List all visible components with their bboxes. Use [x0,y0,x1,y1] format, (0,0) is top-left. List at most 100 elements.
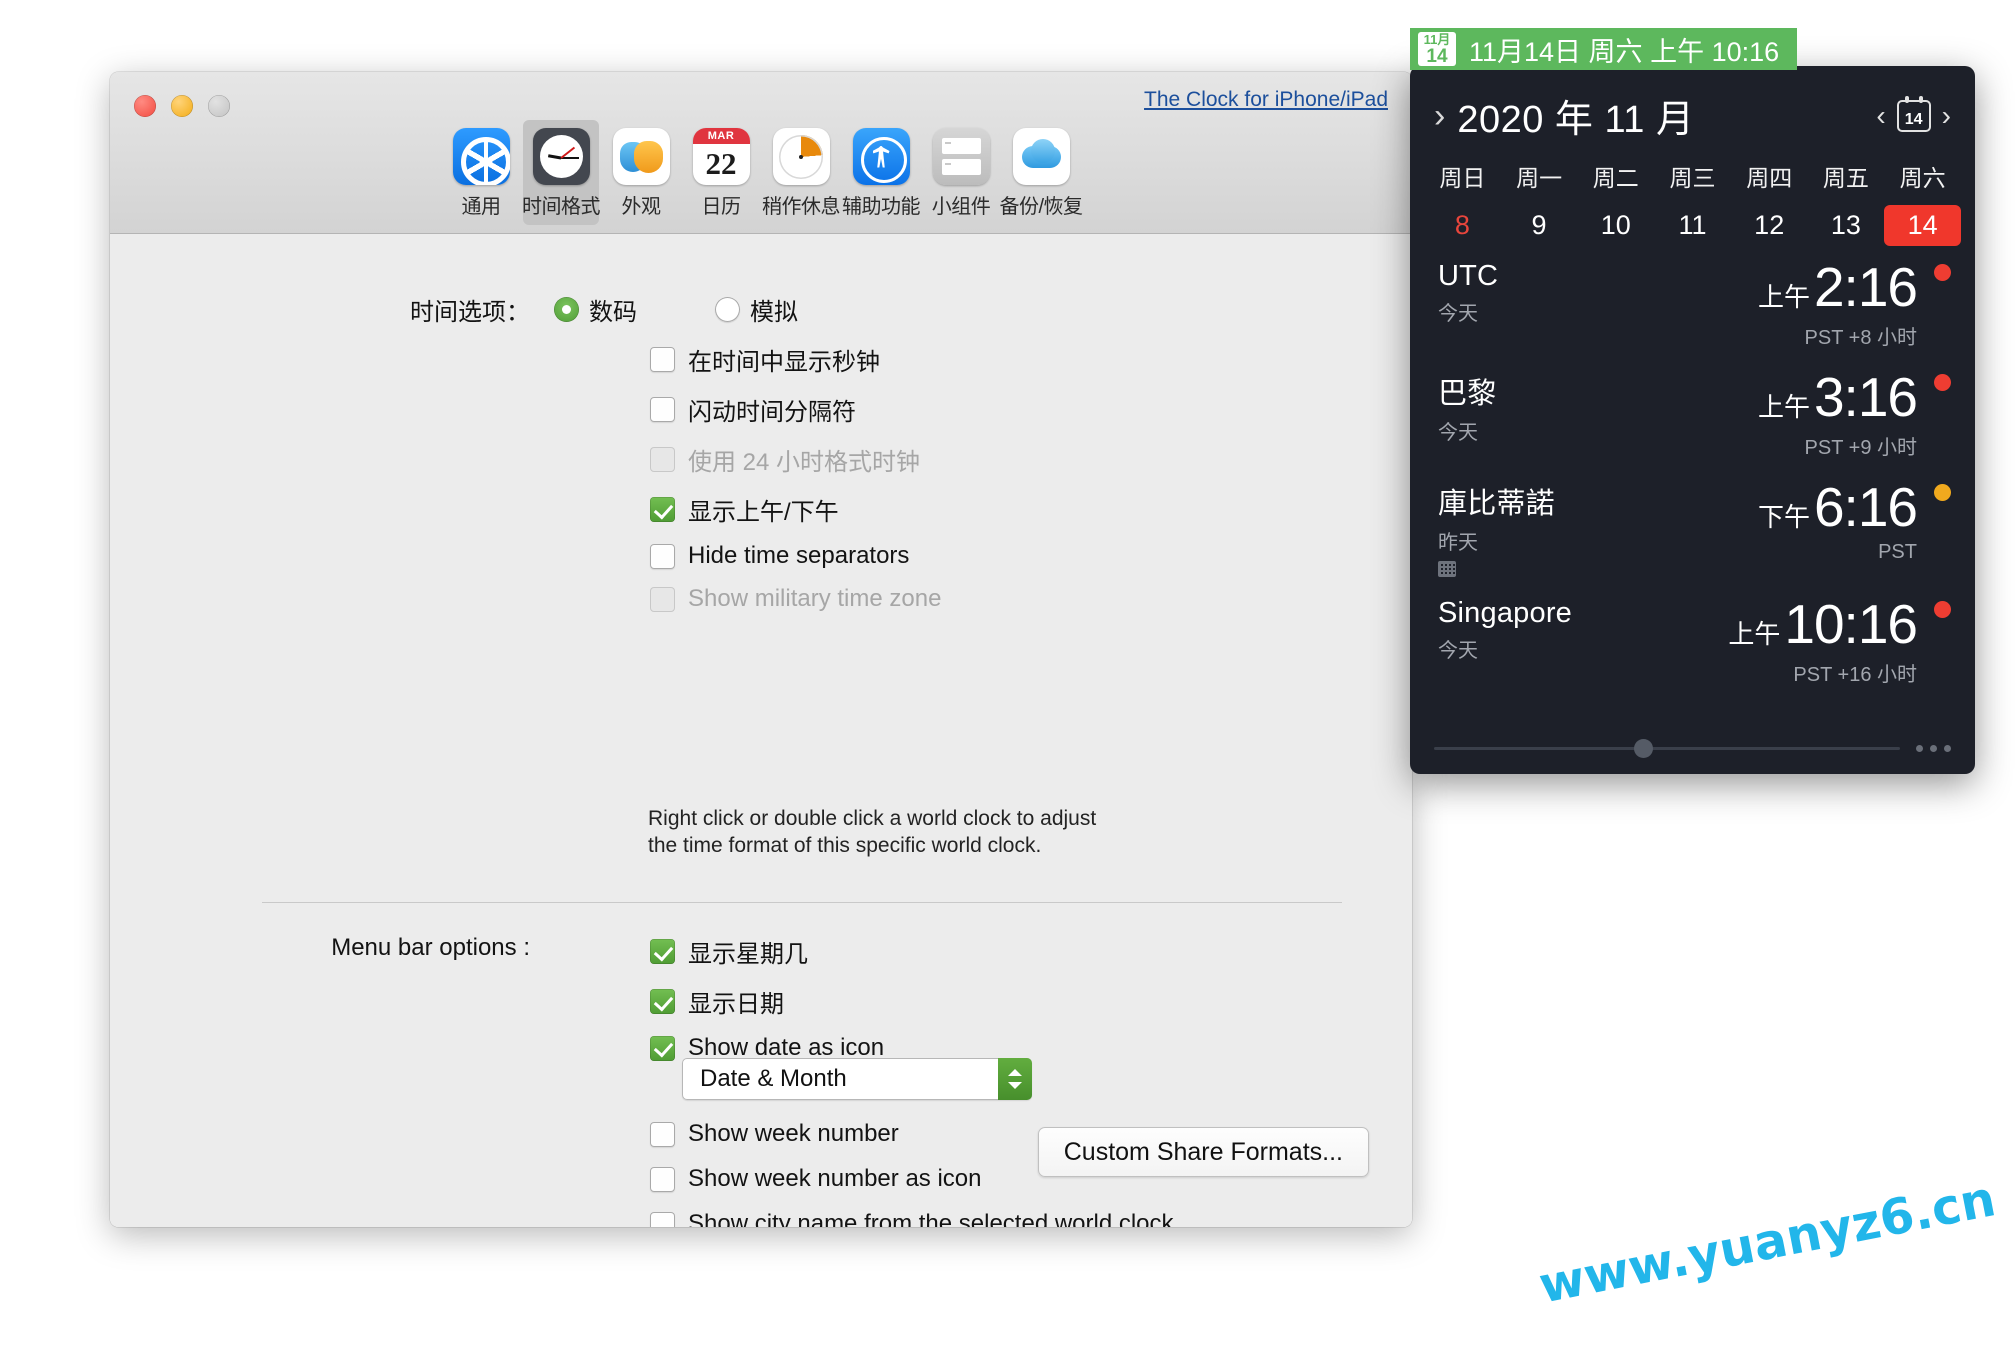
today-calendar-icon[interactable]: 14 [1896,95,1931,132]
chevron-up-icon [1008,1069,1022,1076]
world-clock-time: 10:16 [1784,593,1918,655]
chevron-right-icon[interactable]: › [1434,99,1445,133]
preferences-toolbar: 通用 时间格式 外观 MAR 22 日历 稍作休息 辅助功能 小组件 备份/恢复 [110,120,1412,225]
toolbar-item-take-a-break[interactable]: 稍作休息 [762,120,841,225]
calendar-day[interactable]: 11 [1654,205,1731,246]
checkbox-show-seconds[interactable]: 在时间中显示秒钟 [650,342,941,377]
checkbox-24-hour-clock: 使用 24 小时格式时钟 [650,442,941,477]
chevron-down-icon [1008,1082,1022,1089]
world-clock-row[interactable]: UTC 今天 上午 2:16 PST +8 小时 [1410,246,1975,356]
prev-week-icon[interactable]: ‹ [1876,101,1885,130]
scroll-knob[interactable] [1634,739,1654,758]
calendar-day[interactable]: 10 [1577,205,1654,246]
world-clock-ampm: 上午 [1757,392,1810,422]
night-indicator-dot [1934,264,1951,281]
date-format-select[interactable]: Date & Month [682,1058,1032,1100]
today-calendar-day: 14 [1904,110,1923,128]
checkbox-box [650,497,675,522]
world-clock-time-block: 下午 6:16 PST [1758,480,1951,564]
accessibility-icon [852,128,910,185]
checkbox-label: 显示日期 [688,991,784,1018]
world-clock-row[interactable]: 庫比蒂諾 昨天 下午 6:16 PST [1410,466,1975,583]
traffic-light-group [134,95,230,117]
world-clock-row[interactable]: 巴黎 今天 上午 3:16 PST +9 小时 [1410,356,1975,466]
radio-label: 数码 [589,299,637,326]
preferences-window: The Clock for iPhone/iPad 通用 时间格式 外观 MAR [110,72,1412,1227]
calendar-day-today[interactable]: 14 [1884,205,1961,246]
weekday-label: 周日 [1439,165,1486,191]
menu-bar-icon-month: 11月 [1423,31,1451,47]
break-timer-icon [772,128,830,185]
world-clock-day: 今天 [1438,303,1478,325]
custom-share-formats-button[interactable]: Custom Share Formats... [1037,1127,1369,1177]
calendar-day[interactable]: 9 [1501,205,1578,246]
checkbox-box [650,347,675,372]
checkbox-hide-time-separators[interactable]: Hide time separators [650,542,941,570]
menu-bar-clock-text: 11月14日 周六 上午 10:16 [1469,36,1780,67]
world-clock-ampm: 上午 [1757,282,1810,312]
toolbar-item-backup-restore[interactable]: 备份/恢复 [999,120,1083,225]
world-clock-time: 3:16 [1813,366,1918,428]
menu-bar-date-icon: 11月 14 [1418,32,1456,66]
app-store-link[interactable]: The Clock for iPhone/iPad [1144,88,1388,112]
menu-bar-icon-day: 14 [1426,45,1448,67]
radio-digital[interactable]: 数码 [554,292,637,327]
world-clock-timezone: PST +9 小时 [1804,437,1917,459]
night-indicator-dot [1934,601,1951,618]
checkbox-box [650,447,675,472]
watermark: www.yuanyz6.cn [1534,1170,2001,1315]
toolbar-item-appearance[interactable]: 外观 [603,120,679,225]
radio-analog[interactable]: 模拟 [715,292,798,327]
world-clock-panel: › 2020 年 11 月 ‹ 14 › 周日 周一 周二 周三 周四 周五 周… [1410,66,1975,774]
checkbox-label: Show week number as icon [688,1165,982,1192]
checkbox-box [650,586,675,612]
world-clock-city-block: 庫比蒂諾 昨天 [1438,480,1555,577]
stepper-icon[interactable] [998,1058,1032,1100]
zoom-button[interactable] [208,95,230,117]
world-clock-row[interactable]: Singapore 今天 上午 10:16 PST +16 小时 [1410,583,1975,693]
calendar-day[interactable]: 12 [1731,205,1808,246]
minimize-button[interactable] [171,95,193,117]
toolbar-item-time-format[interactable]: 时间格式 [522,120,601,225]
toolbar-item-general[interactable]: 通用 [443,120,519,225]
calendar-day[interactable]: 13 [1808,205,1885,246]
calendar-day-row: 8 9 10 11 12 13 14 [1410,205,1975,246]
calendar-nav: ‹ 14 › [1876,95,1951,132]
more-options-icon[interactable] [1916,745,1951,752]
checkbox-label: Show city name from the selected world c… [688,1210,1174,1227]
checkbox-show-am-pm[interactable]: 显示上午/下午 [650,492,941,527]
scroll-track[interactable] [1434,739,1900,758]
toolbar-item-label: 辅助功能 [842,196,921,218]
toolbar-item-label: 小组件 [931,196,991,218]
world-clock-time-block: 上午 2:16 PST +8 小时 [1758,260,1951,350]
section-divider [262,902,1342,903]
toolbar-item-label: 稍作休息 [762,196,841,218]
world-clock-day: 今天 [1438,640,1478,662]
menu-bar-clock-item[interactable]: 11月 14 11月14日 周六 上午 10:16 [1410,28,1798,70]
checkbox-label: 显示星期几 [688,941,808,968]
toolbar-item-label: 外观 [621,196,662,218]
checkbox-box [650,543,675,569]
menu-bar-checkbox-list-top: 显示星期几 显示日期 Show date as icon [650,934,884,1062]
toolbar-item-label: 时间格式 [522,196,601,218]
toolbar-item-label: 日历 [701,196,742,218]
world-clock-city: 庫比蒂諾 [1438,488,1555,520]
calendar-day[interactable]: 8 [1424,205,1501,246]
radio-dot [554,297,579,322]
next-week-icon[interactable]: › [1942,101,1951,130]
custom-share-formats-label: Custom Share Formats... [1063,1137,1343,1166]
world-clock-city: Singapore [1438,597,1573,629]
evening-indicator-dot [1934,484,1951,501]
panel-scrollbar[interactable] [1434,739,1951,758]
toolbar-item-accessibility[interactable]: 辅助功能 [842,120,921,225]
checkbox-show-weekday[interactable]: 显示星期几 [650,934,884,969]
toolbar-item-calendar[interactable]: MAR 22 日历 [683,120,759,225]
night-indicator-dot [1934,374,1951,391]
checkbox-flash-separator[interactable]: 闪动时间分隔符 [650,392,941,427]
checkbox-show-date[interactable]: 显示日期 [650,984,884,1019]
toolbar-item-widget[interactable]: 小组件 [923,120,999,225]
close-button[interactable] [134,95,156,117]
checkbox-label: Show week number [688,1120,899,1147]
checkbox-show-city-name[interactable]: Show city name from the selected world c… [650,1210,1174,1227]
weekday-label: 周五 [1822,165,1869,191]
